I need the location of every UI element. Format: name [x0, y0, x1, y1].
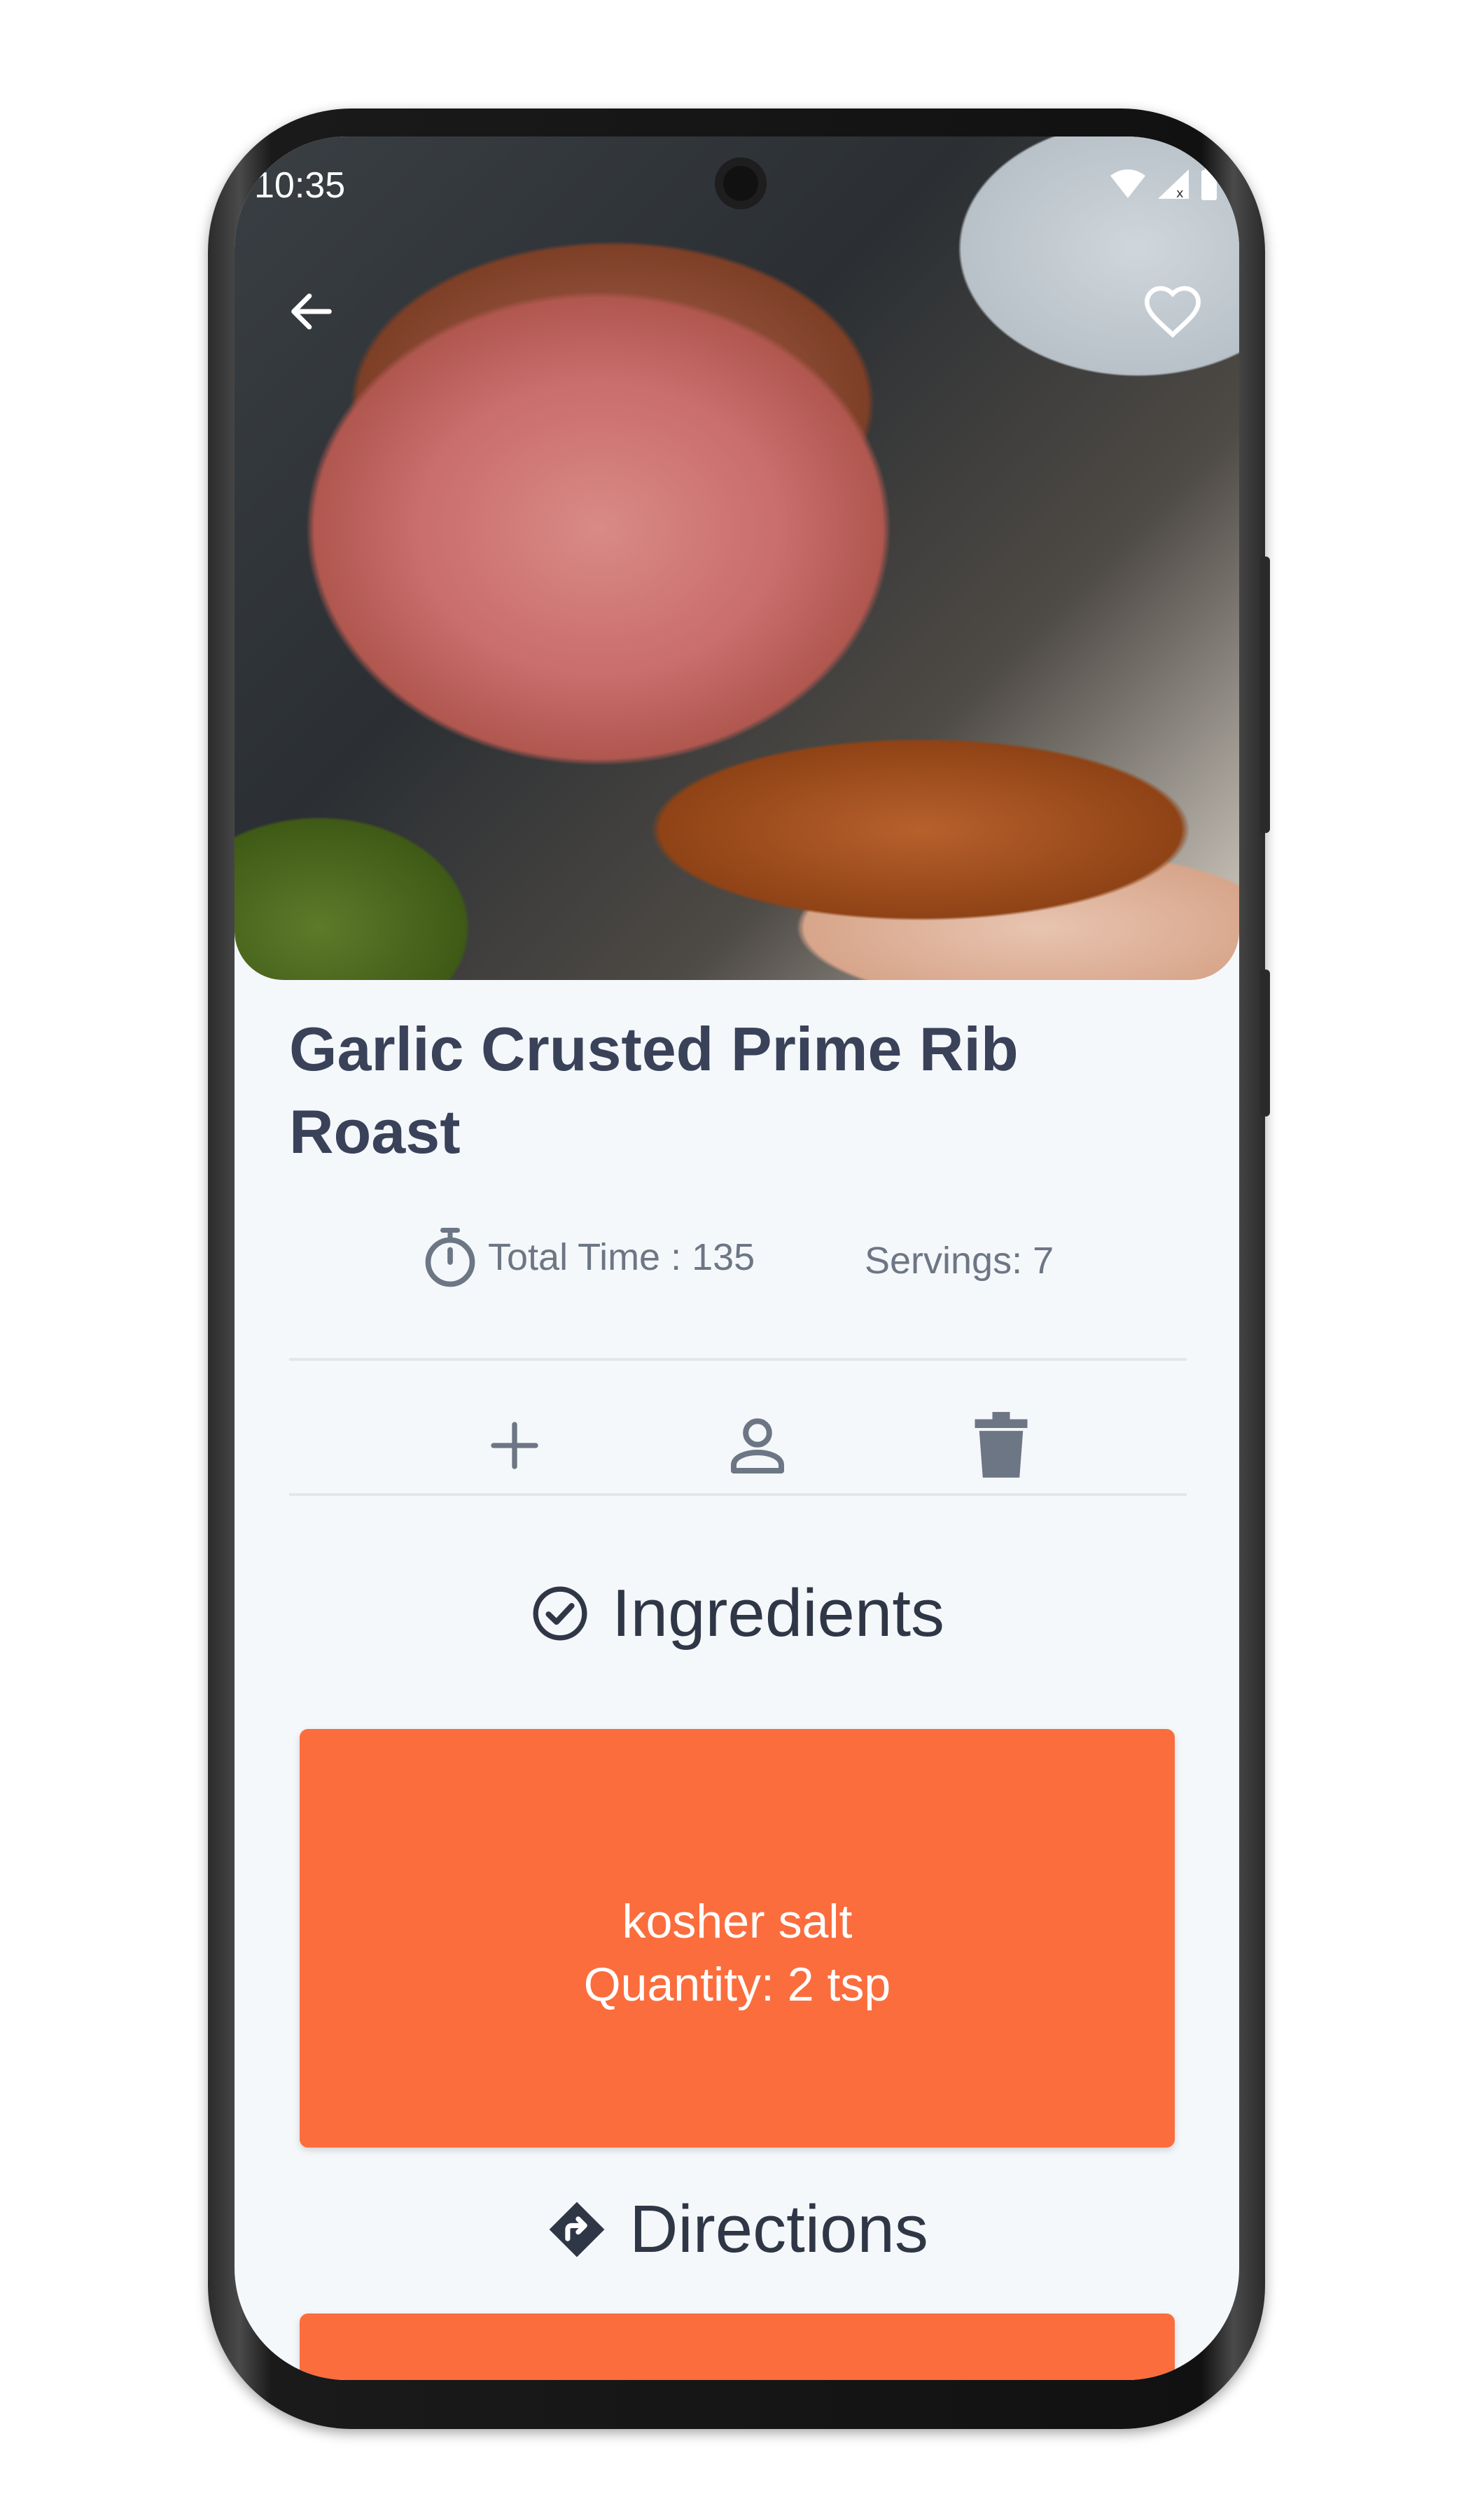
divider-top	[289, 1358, 1187, 1361]
svg-text:x: x	[1176, 186, 1184, 200]
power-button	[1260, 969, 1270, 1116]
recipe-actions	[235, 1382, 1239, 1508]
directions-diamond-icon	[549, 2202, 605, 2258]
ingredient-card[interactable]: kosher salt Quantity: 2 tsp	[300, 1729, 1175, 2148]
heart-outline-icon	[1145, 286, 1201, 338]
recipe-title: Garlic Crusted Prime Rib Roast	[289, 1014, 1019, 1166]
ingredient-quantity: Quantity: 2 tsp	[583, 1958, 891, 2011]
plus-icon	[491, 1422, 538, 1469]
back-button[interactable]	[277, 276, 347, 346]
signal-icon: x	[1158, 169, 1189, 200]
check-circle-icon	[533, 1586, 587, 1641]
servings-label: Servings: 7	[865, 1240, 1054, 1282]
delete-button[interactable]	[952, 1382, 1050, 1508]
direction-card[interactable]	[300, 2314, 1175, 2380]
directions-header: Directions	[235, 2191, 1239, 2268]
wifi-icon	[1110, 169, 1145, 198]
favorite-button[interactable]	[1138, 276, 1208, 346]
directions-title: Directions	[629, 2192, 928, 2267]
recipe-meta: Total Time : 135 Servings: 7	[235, 1225, 1239, 1302]
add-button[interactable]	[466, 1382, 564, 1508]
stopwatch-icon	[425, 1228, 475, 1287]
front-camera	[715, 158, 767, 209]
total-time: Total Time : 135	[421, 1225, 755, 1289]
status-icons: x	[1109, 167, 1218, 201]
status-time: 10:35	[254, 165, 346, 206]
person-button[interactable]	[708, 1382, 807, 1508]
trash-icon	[975, 1412, 1028, 1478]
app-screen: 10:35 x Garlic Crusted Prime Rib Roast T…	[235, 136, 1239, 2380]
ingredients-header: Ingredients	[235, 1575, 1239, 1652]
volume-button	[1260, 556, 1270, 833]
ingredient-name: kosher salt	[622, 1895, 853, 1948]
recipe-hero-image	[235, 136, 1239, 980]
battery-icon	[1201, 167, 1217, 200]
person-outline-icon	[731, 1418, 784, 1474]
arrow-left-icon	[291, 293, 332, 330]
divider-bottom	[289, 1493, 1187, 1496]
status-bar: 10:35 x	[235, 136, 1239, 220]
ingredients-title: Ingredients	[612, 1576, 944, 1651]
total-time-label: Total Time : 135	[488, 1236, 755, 1278]
